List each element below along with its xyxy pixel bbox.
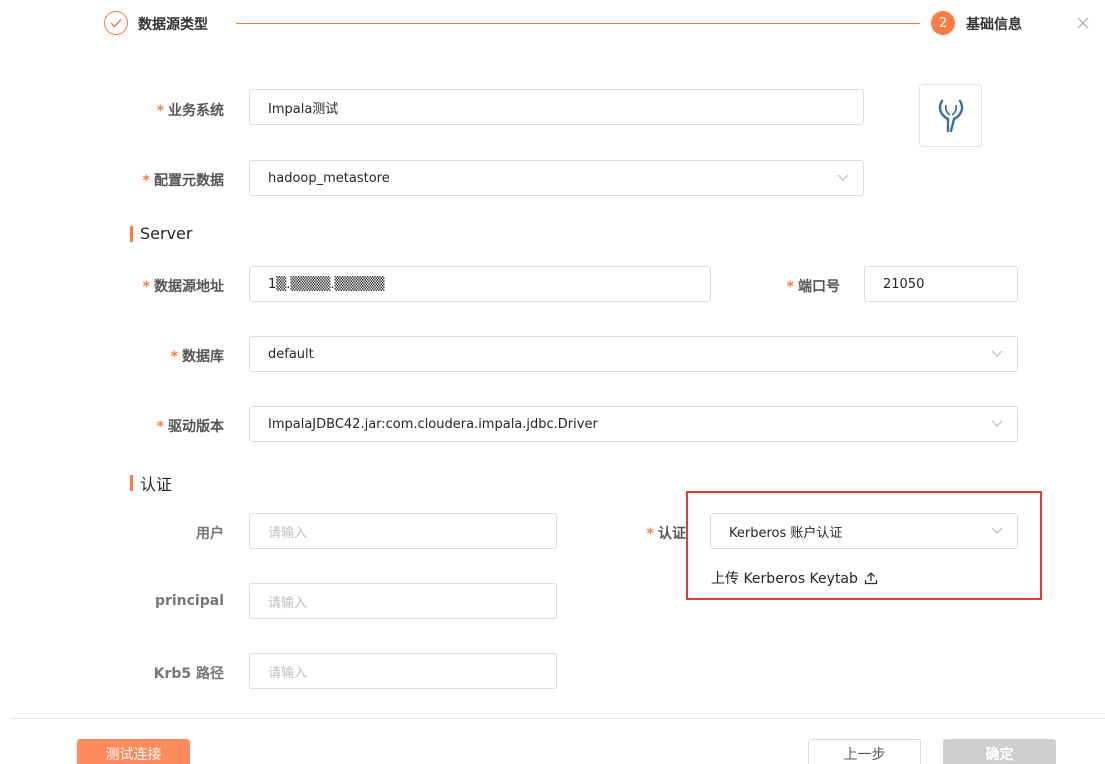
datasource-address-label: * 数据源地址: [142, 279, 224, 295]
auth-section-title: 认证: [130, 471, 172, 495]
auth-highlight-box: [686, 491, 1042, 600]
chevron-down-icon: [991, 350, 1003, 357]
close-icon[interactable]: [1077, 17, 1093, 33]
business-system-label: * 业务系统: [156, 103, 224, 119]
auth-label: * 认证: [646, 526, 686, 542]
port-label: * 端口号: [786, 279, 840, 295]
user-label: 用户: [196, 526, 224, 542]
datasource-address-input[interactable]: 1▒.▒▒▒▒.▒▒▒▒▒: [249, 266, 711, 302]
footer-divider: [10, 718, 1105, 719]
principal-label: principal: [154, 593, 224, 609]
driver-version-label: * 驱动版本: [156, 419, 224, 435]
chevron-down-icon: [991, 420, 1003, 427]
step-done-check-icon: [104, 11, 128, 35]
config-metadata-select[interactable]: hadoop_metastore: [249, 160, 864, 196]
business-system-input[interactable]: Impala测试: [249, 89, 864, 125]
database-label: * 数据库: [170, 349, 224, 365]
previous-step-button[interactable]: 上一步: [808, 739, 921, 764]
principal-input[interactable]: 请输入: [249, 583, 557, 619]
user-input[interactable]: 请输入: [249, 513, 557, 549]
krb5-path-input[interactable]: 请输入: [249, 653, 557, 689]
step2-number-badge: 2: [931, 11, 955, 35]
confirm-button[interactable]: 确定: [943, 739, 1056, 764]
server-section-title: Server: [130, 224, 192, 243]
port-input[interactable]: 21050: [864, 266, 1018, 302]
config-metadata-label: * 配置元数据: [142, 173, 224, 189]
krb5-path-label: Krb5 路径: [153, 666, 224, 682]
impala-logo-icon: [919, 84, 982, 147]
step-connector-line: [236, 23, 920, 24]
driver-version-select[interactable]: ImpalaJDBC42.jar:com.cloudera.impala.jdb…: [249, 406, 1018, 442]
step1-title: 数据源类型: [138, 17, 208, 33]
database-select[interactable]: default: [249, 336, 1018, 372]
chevron-down-icon: [837, 174, 849, 181]
test-connection-button[interactable]: 测试连接: [77, 739, 190, 764]
step2-title: 基础信息: [966, 17, 1022, 33]
